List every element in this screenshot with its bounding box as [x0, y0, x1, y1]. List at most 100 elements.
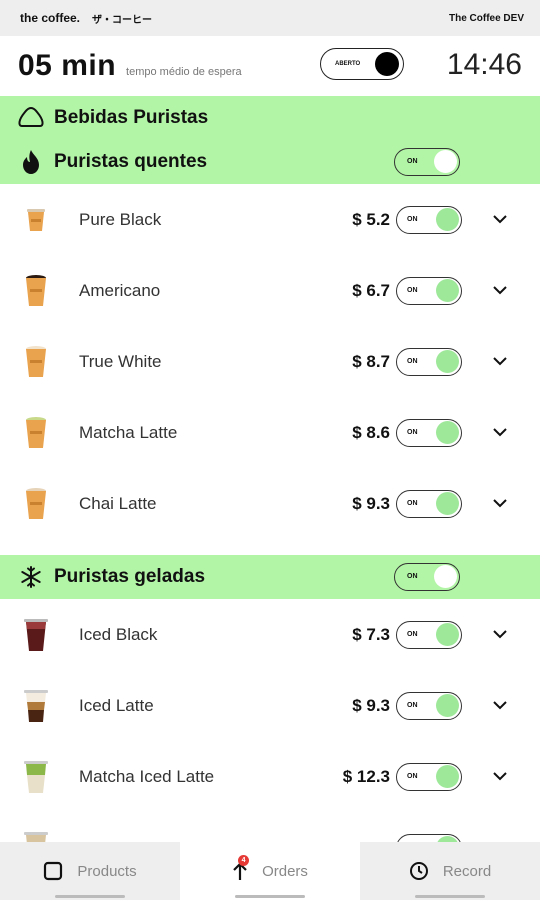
toggle-knob	[436, 623, 459, 646]
chevron-down-icon[interactable]	[492, 495, 508, 511]
product-toggle-label: ON	[407, 429, 418, 436]
product-toggle[interactable]: ON	[396, 206, 462, 234]
clock: 14:46	[446, 48, 522, 81]
product-toggle-label: ON	[407, 216, 418, 223]
brand: the coffee. ザ・コーヒー	[20, 11, 152, 26]
section-header: Bebidas Puristas	[0, 96, 540, 140]
toggle-knob	[436, 350, 459, 373]
hot-cup-icon	[22, 202, 50, 238]
product-name: Iced Latte	[79, 695, 154, 715]
wait-time-value: 05 min	[18, 49, 117, 82]
product-toggle-label: ON	[407, 287, 418, 294]
category-toggle-label: ON	[407, 573, 418, 580]
category-toggle[interactable]: ON	[394, 148, 460, 176]
section-band: Bebidas Puristas Puristas quentes ON	[0, 96, 540, 184]
product-price: $ 6.7	[352, 280, 390, 300]
category-header-hot: Puristas quentes ON	[0, 140, 540, 184]
toggle-knob	[436, 208, 459, 231]
chevron-down-icon[interactable]	[492, 353, 508, 369]
hot-cup-icon	[22, 344, 50, 380]
nav-label: Products	[77, 862, 137, 880]
chevron-down-icon[interactable]	[492, 626, 508, 642]
toggle-knob	[436, 421, 459, 444]
list-item: Pure Black $ 5.2 ON	[0, 184, 540, 255]
environment-label: The Coffee DEV	[448, 12, 524, 24]
product-toggle-label: ON	[407, 358, 418, 365]
chevron-down-icon[interactable]	[492, 282, 508, 298]
product-toggle[interactable]: ON	[396, 348, 462, 376]
toggle-knob	[434, 150, 457, 173]
store-open-toggle-label: ABERTO	[335, 61, 361, 67]
chevron-down-icon[interactable]	[492, 697, 508, 713]
nav-indicator	[55, 895, 125, 898]
store-open-toggle[interactable]: ABERTO	[320, 48, 404, 80]
product-toggle[interactable]: ON	[396, 763, 462, 791]
toggle-knob	[434, 565, 457, 588]
product-name: Iced Black	[79, 624, 158, 644]
chevron-down-icon[interactable]	[492, 424, 508, 440]
product-toggle-label: ON	[407, 631, 418, 638]
nav-indicator	[415, 895, 485, 898]
product-toggle-label: ON	[407, 500, 418, 507]
hot-cup-icon	[22, 415, 50, 451]
brand-name-japanese: ザ・コーヒー	[92, 14, 153, 26]
nav-label: Orders	[262, 862, 308, 880]
wait-time-label: tempo médio de espera	[126, 66, 242, 78]
category-header-cold: Puristas geladas ON	[0, 555, 540, 599]
toggle-knob	[436, 492, 459, 515]
product-name: Americano	[79, 280, 161, 300]
arrow-up-icon: 4	[232, 855, 250, 881]
category-title: Puristas quentes	[54, 151, 208, 172]
category-toggle[interactable]: ON	[394, 563, 460, 591]
product-name: Matcha Latte	[79, 422, 178, 442]
top-status-bar: the coffee. ザ・コーヒー The Coffee DEV	[0, 0, 540, 36]
orders-badge: 4	[238, 855, 250, 866]
nav-products[interactable]: Products	[0, 842, 180, 900]
product-name: True White	[79, 351, 162, 371]
toggle-knob	[375, 52, 399, 76]
nav-indicator	[235, 895, 305, 898]
product-name: Matcha Iced Latte	[79, 766, 215, 786]
product-toggle[interactable]: ON	[396, 277, 462, 305]
list-item: Matcha Latte $ 8.6 ON	[0, 397, 540, 468]
list-item: Iced Black $ 7.3 ON	[0, 599, 540, 670]
category-band-cold: Puristas geladas ON	[0, 555, 540, 599]
product-price: $ 9.3	[352, 493, 390, 513]
cloud-icon	[18, 105, 44, 131]
list-item: Americano $ 6.7 ON	[0, 255, 540, 326]
hot-cup-icon	[22, 486, 50, 522]
product-toggle[interactable]: ON	[396, 621, 462, 649]
app-root: the coffee. ザ・コーヒー The Coffee DEV 05 min…	[0, 0, 540, 900]
product-name: Chai Latte	[79, 493, 157, 513]
iced-cup-icon	[22, 617, 50, 653]
product-price: $ 5.2	[352, 209, 390, 229]
product-name: Pure Black	[79, 209, 162, 229]
product-list-hot: Pure Black $ 5.2 ON Americano $ 6.7 ON T…	[0, 184, 540, 539]
product-price: $ 8.7	[352, 351, 390, 371]
section-title: Bebidas Puristas	[54, 107, 209, 128]
nav-label: Record	[442, 862, 492, 880]
product-toggle[interactable]: ON	[396, 692, 462, 720]
bottom-navigation: Products 4 Orders Record	[0, 842, 540, 900]
product-price: $ 12.3	[342, 766, 390, 786]
product-toggle-label: ON	[407, 773, 418, 780]
toggle-knob	[436, 694, 459, 717]
list-item: Matcha Iced Latte $ 12.3 ON	[0, 741, 540, 812]
list-item: Chai Latte $ 9.3 ON	[0, 468, 540, 539]
list-item: True White $ 8.7 ON	[0, 326, 540, 397]
snowflake-icon	[18, 564, 44, 590]
toggle-knob	[436, 279, 459, 302]
product-toggle[interactable]: ON	[396, 419, 462, 447]
iced-cup-icon	[22, 688, 50, 724]
product-toggle[interactable]: ON	[396, 490, 462, 518]
fire-icon	[18, 149, 44, 175]
hot-cup-icon	[22, 273, 50, 309]
chevron-down-icon[interactable]	[492, 768, 508, 784]
brand-name: the coffee.	[20, 11, 81, 25]
square-icon	[43, 861, 63, 881]
nav-record[interactable]: Record	[360, 842, 540, 900]
nav-orders[interactable]: 4 Orders	[180, 842, 360, 900]
chevron-down-icon[interactable]	[492, 211, 508, 227]
product-price: $ 9.3	[352, 695, 390, 715]
